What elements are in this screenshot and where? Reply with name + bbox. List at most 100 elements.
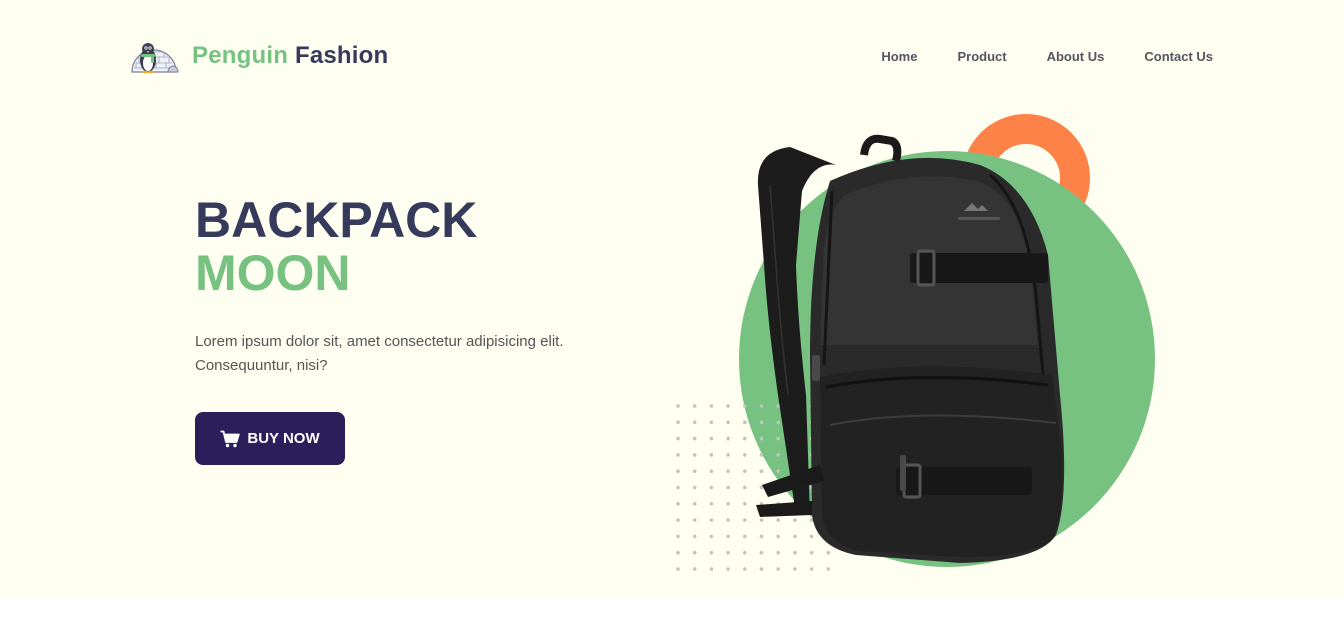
pattern-dot <box>676 518 680 522</box>
pattern-dot <box>793 567 797 571</box>
pattern-dot <box>726 436 730 441</box>
pattern-dot <box>709 420 714 425</box>
pattern-dot <box>676 550 680 555</box>
pattern-dot <box>709 485 714 490</box>
pattern-dot <box>743 469 747 474</box>
pattern-dot <box>793 550 797 555</box>
pattern-dot <box>793 518 797 522</box>
pattern-dot <box>726 453 730 457</box>
pattern-dot <box>709 567 714 571</box>
pattern-dot <box>776 404 780 408</box>
pattern-dot <box>692 436 697 441</box>
pattern-dot <box>692 420 697 425</box>
pattern-dot <box>743 453 747 457</box>
pattern-dot <box>726 469 730 474</box>
nav-about-us[interactable]: About Us <box>1047 49 1105 64</box>
pattern-dot <box>743 518 747 522</box>
pattern-dot <box>692 404 697 408</box>
brand-logo[interactable]: Penguin Fashion <box>128 36 388 76</box>
pattern-dot <box>743 550 747 555</box>
pattern-dot <box>676 453 680 457</box>
pattern-dot <box>759 453 764 457</box>
hero-title: BACKPACK MOON <box>195 194 477 300</box>
pattern-dot <box>809 567 814 571</box>
pattern-dot <box>776 469 780 474</box>
pattern-dot <box>726 404 730 408</box>
pattern-dot <box>692 485 697 490</box>
pattern-dot <box>743 404 747 408</box>
buy-now-label: BUY NOW <box>247 430 320 447</box>
pattern-dot <box>709 404 714 408</box>
pattern-dot <box>692 567 697 571</box>
hero-description: Lorem ipsum dolor sit, amet consectetur … <box>195 333 564 374</box>
pattern-dot <box>726 420 730 425</box>
pattern-dot <box>759 469 764 474</box>
product-illustration <box>676 114 1155 571</box>
cart-icon <box>220 430 241 447</box>
penguin-igloo-logo-icon <box>131 43 179 74</box>
pattern-dot <box>709 550 714 555</box>
pattern-dot <box>692 453 697 457</box>
pattern-dot <box>776 518 780 522</box>
pattern-dot <box>709 469 714 474</box>
pattern-dot <box>809 534 814 539</box>
hero-title-line2: MOON <box>195 245 351 301</box>
pattern-dot <box>709 534 714 539</box>
pattern-dot <box>759 420 764 425</box>
pattern-dot <box>709 453 714 457</box>
pattern-dot <box>776 567 780 571</box>
pattern-dot <box>759 404 764 408</box>
pattern-dot <box>726 518 730 522</box>
main-nav: Home Product About Us Contact Us <box>881 49 1213 64</box>
pattern-dot <box>826 567 831 571</box>
pattern-dot <box>726 534 730 539</box>
pattern-dot <box>743 534 747 539</box>
hero-title-line1: BACKPACK <box>195 192 478 248</box>
pattern-dot <box>676 567 680 571</box>
pattern-dot <box>743 436 747 441</box>
pattern-dot <box>709 502 714 506</box>
brand-name: Penguin Fashion <box>192 42 388 70</box>
pattern-dot <box>809 550 814 555</box>
pattern-dot <box>776 453 780 457</box>
pattern-dot <box>726 485 730 490</box>
pattern-dot <box>676 485 680 490</box>
pattern-dot <box>776 420 780 425</box>
pattern-dot <box>759 567 764 571</box>
buy-now-button[interactable]: BUY NOW <box>195 412 345 465</box>
pattern-dot <box>776 550 780 555</box>
pattern-dot <box>743 567 747 571</box>
brand-name-part1: Penguin <box>192 42 289 69</box>
pattern-dot <box>759 550 764 555</box>
hero-section: Penguin Fashion Home Product About Us Co… <box>0 0 1344 597</box>
pattern-dot <box>759 534 764 539</box>
pattern-dot <box>726 550 730 555</box>
pattern-dot <box>709 518 714 522</box>
pattern-dot <box>726 502 730 506</box>
pattern-dot <box>759 436 764 441</box>
nav-product[interactable]: Product <box>957 49 1006 64</box>
pattern-dot <box>759 518 764 522</box>
pattern-dot <box>676 502 680 506</box>
pattern-dot <box>743 485 747 490</box>
pattern-dot <box>743 420 747 425</box>
pattern-dot <box>692 469 697 474</box>
pattern-dot <box>676 534 680 539</box>
pattern-dot <box>676 469 680 474</box>
pattern-dot <box>793 534 797 539</box>
pattern-dot <box>676 420 680 425</box>
nav-home[interactable]: Home <box>881 49 917 64</box>
pattern-dot <box>676 436 680 441</box>
pattern-dot <box>692 534 697 539</box>
pattern-dot <box>692 550 697 555</box>
pattern-dot <box>726 567 730 571</box>
brand-name-part2: Fashion <box>294 42 389 69</box>
pattern-dot <box>776 436 780 441</box>
pattern-dot <box>743 502 747 506</box>
pattern-dot <box>826 550 831 555</box>
nav-contact-us[interactable]: Contact Us <box>1144 49 1213 64</box>
pattern-dot <box>692 518 697 522</box>
pattern-dot <box>676 404 680 408</box>
pattern-dot <box>709 436 714 441</box>
pattern-dot <box>692 502 697 506</box>
